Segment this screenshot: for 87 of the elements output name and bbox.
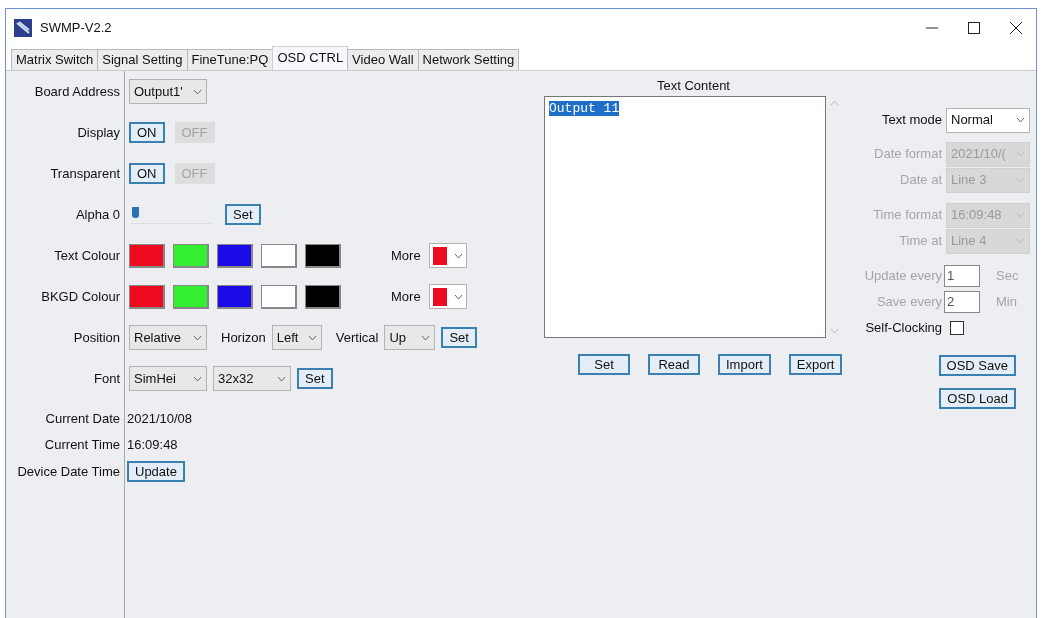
caret-icon	[307, 334, 317, 341]
panel-title: Text Content	[656, 79, 731, 93]
set-button[interactable]: Set	[441, 327, 477, 348]
caret-icon	[453, 252, 463, 259]
text-content: Output 11	[549, 101, 620, 116]
field-label: Font	[94, 369, 120, 388]
field-label: Board Address	[34, 82, 120, 101]
caret-icon	[193, 88, 202, 95]
osd-button[interactable]: OSD Save	[938, 355, 1016, 376]
maximize-icon[interactable]	[968, 21, 980, 34]
field-label: Alpha 0	[75, 205, 120, 224]
info-value: 2021/10/08	[127, 409, 193, 428]
field-label: Date at	[899, 171, 943, 190]
dropdown[interactable]: 32x32	[213, 366, 291, 391]
toggle-button[interactable]: ON	[129, 163, 165, 184]
text-area[interactable]: Output 11	[544, 96, 826, 338]
slider-thumb[interactable]	[132, 206, 140, 218]
field-label: Vertical	[335, 328, 379, 347]
dropdown[interactable]: Output1'	[129, 79, 207, 104]
slider-track[interactable]	[131, 205, 211, 224]
field-label: Text mode	[881, 111, 943, 130]
field-label: Time at	[898, 232, 943, 251]
checkbox[interactable]	[950, 321, 964, 335]
caret-icon	[193, 334, 202, 341]
caret-icon	[277, 375, 286, 382]
field-label: Transparent	[50, 164, 120, 183]
window-title: SWMP-V2.2	[40, 18, 112, 37]
action-button[interactable]: Export	[788, 354, 843, 375]
dropdown[interactable]: Normal	[946, 107, 1030, 133]
colour-swatch[interactable]	[305, 284, 341, 309]
tab[interactable]: FineTune:PQ	[186, 49, 274, 70]
field-label: Device Date Time	[17, 462, 120, 481]
tab[interactable]: Signal Setting	[97, 49, 188, 70]
update-button[interactable]: Update	[127, 460, 185, 482]
dropdown[interactable]: Relative	[129, 325, 207, 350]
caret-icon	[1016, 151, 1025, 157]
colour-picker[interactable]	[428, 284, 467, 309]
app-icon	[14, 18, 32, 37]
colour-swatch[interactable]	[173, 284, 209, 309]
field-label: Update every	[863, 267, 943, 286]
field-label: BKGD Colour	[41, 287, 120, 306]
caret-icon	[1016, 177, 1025, 183]
colour-swatch[interactable]	[261, 284, 297, 309]
field-label: Position	[73, 328, 120, 347]
colour-swatch[interactable]	[305, 243, 341, 268]
caret-icon	[1016, 238, 1025, 244]
action-button[interactable]: Import	[718, 354, 771, 375]
dropdown[interactable]: Left	[271, 325, 322, 350]
action-button[interactable]: Read	[648, 354, 700, 375]
colour-swatch[interactable]	[129, 243, 165, 268]
colour-swatch[interactable]	[129, 284, 165, 309]
dropdown[interactable]: SimHei	[129, 366, 207, 391]
more-label: More	[391, 287, 421, 306]
toggle-button[interactable]: ON	[129, 122, 165, 143]
field-label: Display	[77, 123, 120, 142]
tab[interactable]: Video Wall	[347, 49, 419, 70]
colour-swatch[interactable]	[261, 243, 297, 268]
more-label: More	[391, 246, 421, 265]
colour-swatch[interactable]	[217, 284, 253, 309]
action-button[interactable]: Set	[578, 354, 630, 375]
field-label: Date format	[873, 145, 943, 164]
set-button[interactable]: Set	[297, 368, 333, 389]
info-value: 16:09:48	[127, 436, 178, 454]
field-label: Current Time	[44, 436, 120, 454]
tab[interactable]: OSD CTRL	[272, 46, 349, 70]
caret-icon	[193, 375, 202, 382]
field-label: Text Colour	[54, 246, 120, 265]
field-label: Current Date	[45, 409, 120, 428]
field-label: Time format	[872, 206, 943, 225]
osd-button[interactable]: OSD Load	[939, 388, 1016, 409]
caret-icon	[453, 293, 463, 300]
dropdown[interactable]: Up	[384, 325, 436, 350]
tab[interactable]: Network Setting	[417, 49, 520, 70]
field-label: Self-Clocking	[864, 319, 943, 338]
caret-icon	[421, 334, 431, 341]
set-button[interactable]: Set	[225, 204, 261, 225]
field-label: Horizon	[221, 328, 266, 347]
colour-picker[interactable]	[428, 243, 467, 268]
colour-swatch[interactable]	[173, 243, 209, 268]
unit-label: Sec	[996, 267, 1019, 286]
close-icon[interactable]	[1010, 21, 1022, 34]
field-label: Save every	[875, 293, 943, 312]
tab[interactable]: Matrix Switch	[11, 49, 99, 70]
caret-icon	[1016, 117, 1025, 123]
caret-icon	[1016, 212, 1025, 218]
unit-label: Min	[996, 293, 1017, 312]
colour-swatch[interactable]	[217, 243, 253, 268]
